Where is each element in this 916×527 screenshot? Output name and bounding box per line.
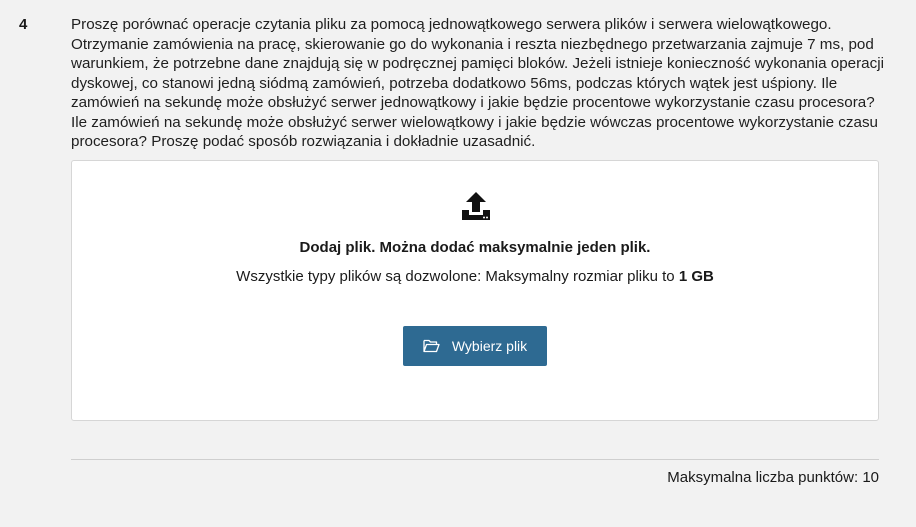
question-text: Proszę porównać operacje czytania pliku … <box>71 16 884 150</box>
upload-info-text: Wszystkie typy plików są dozwolone: Maks… <box>236 268 679 285</box>
choose-file-label: Wybierz plik <box>451 338 528 354</box>
choose-file-button[interactable]: Wybierz plik <box>403 326 547 366</box>
question-number: 4 <box>19 16 28 33</box>
upload-icon <box>462 192 490 220</box>
max-points: Maksymalna liczba punktów: 10 <box>667 469 879 486</box>
upload-info: Wszystkie typy plików są dozwolone: Maks… <box>72 268 878 285</box>
folder-open-icon <box>423 339 440 353</box>
upload-title: Dodaj plik. Można dodać maksymalnie jede… <box>299 239 651 256</box>
max-file-size: 1 GB <box>678 268 714 285</box>
divider <box>71 459 879 460</box>
file-upload-dropzone[interactable]: Dodaj plik. Można dodać maksymalnie jede… <box>71 160 879 421</box>
